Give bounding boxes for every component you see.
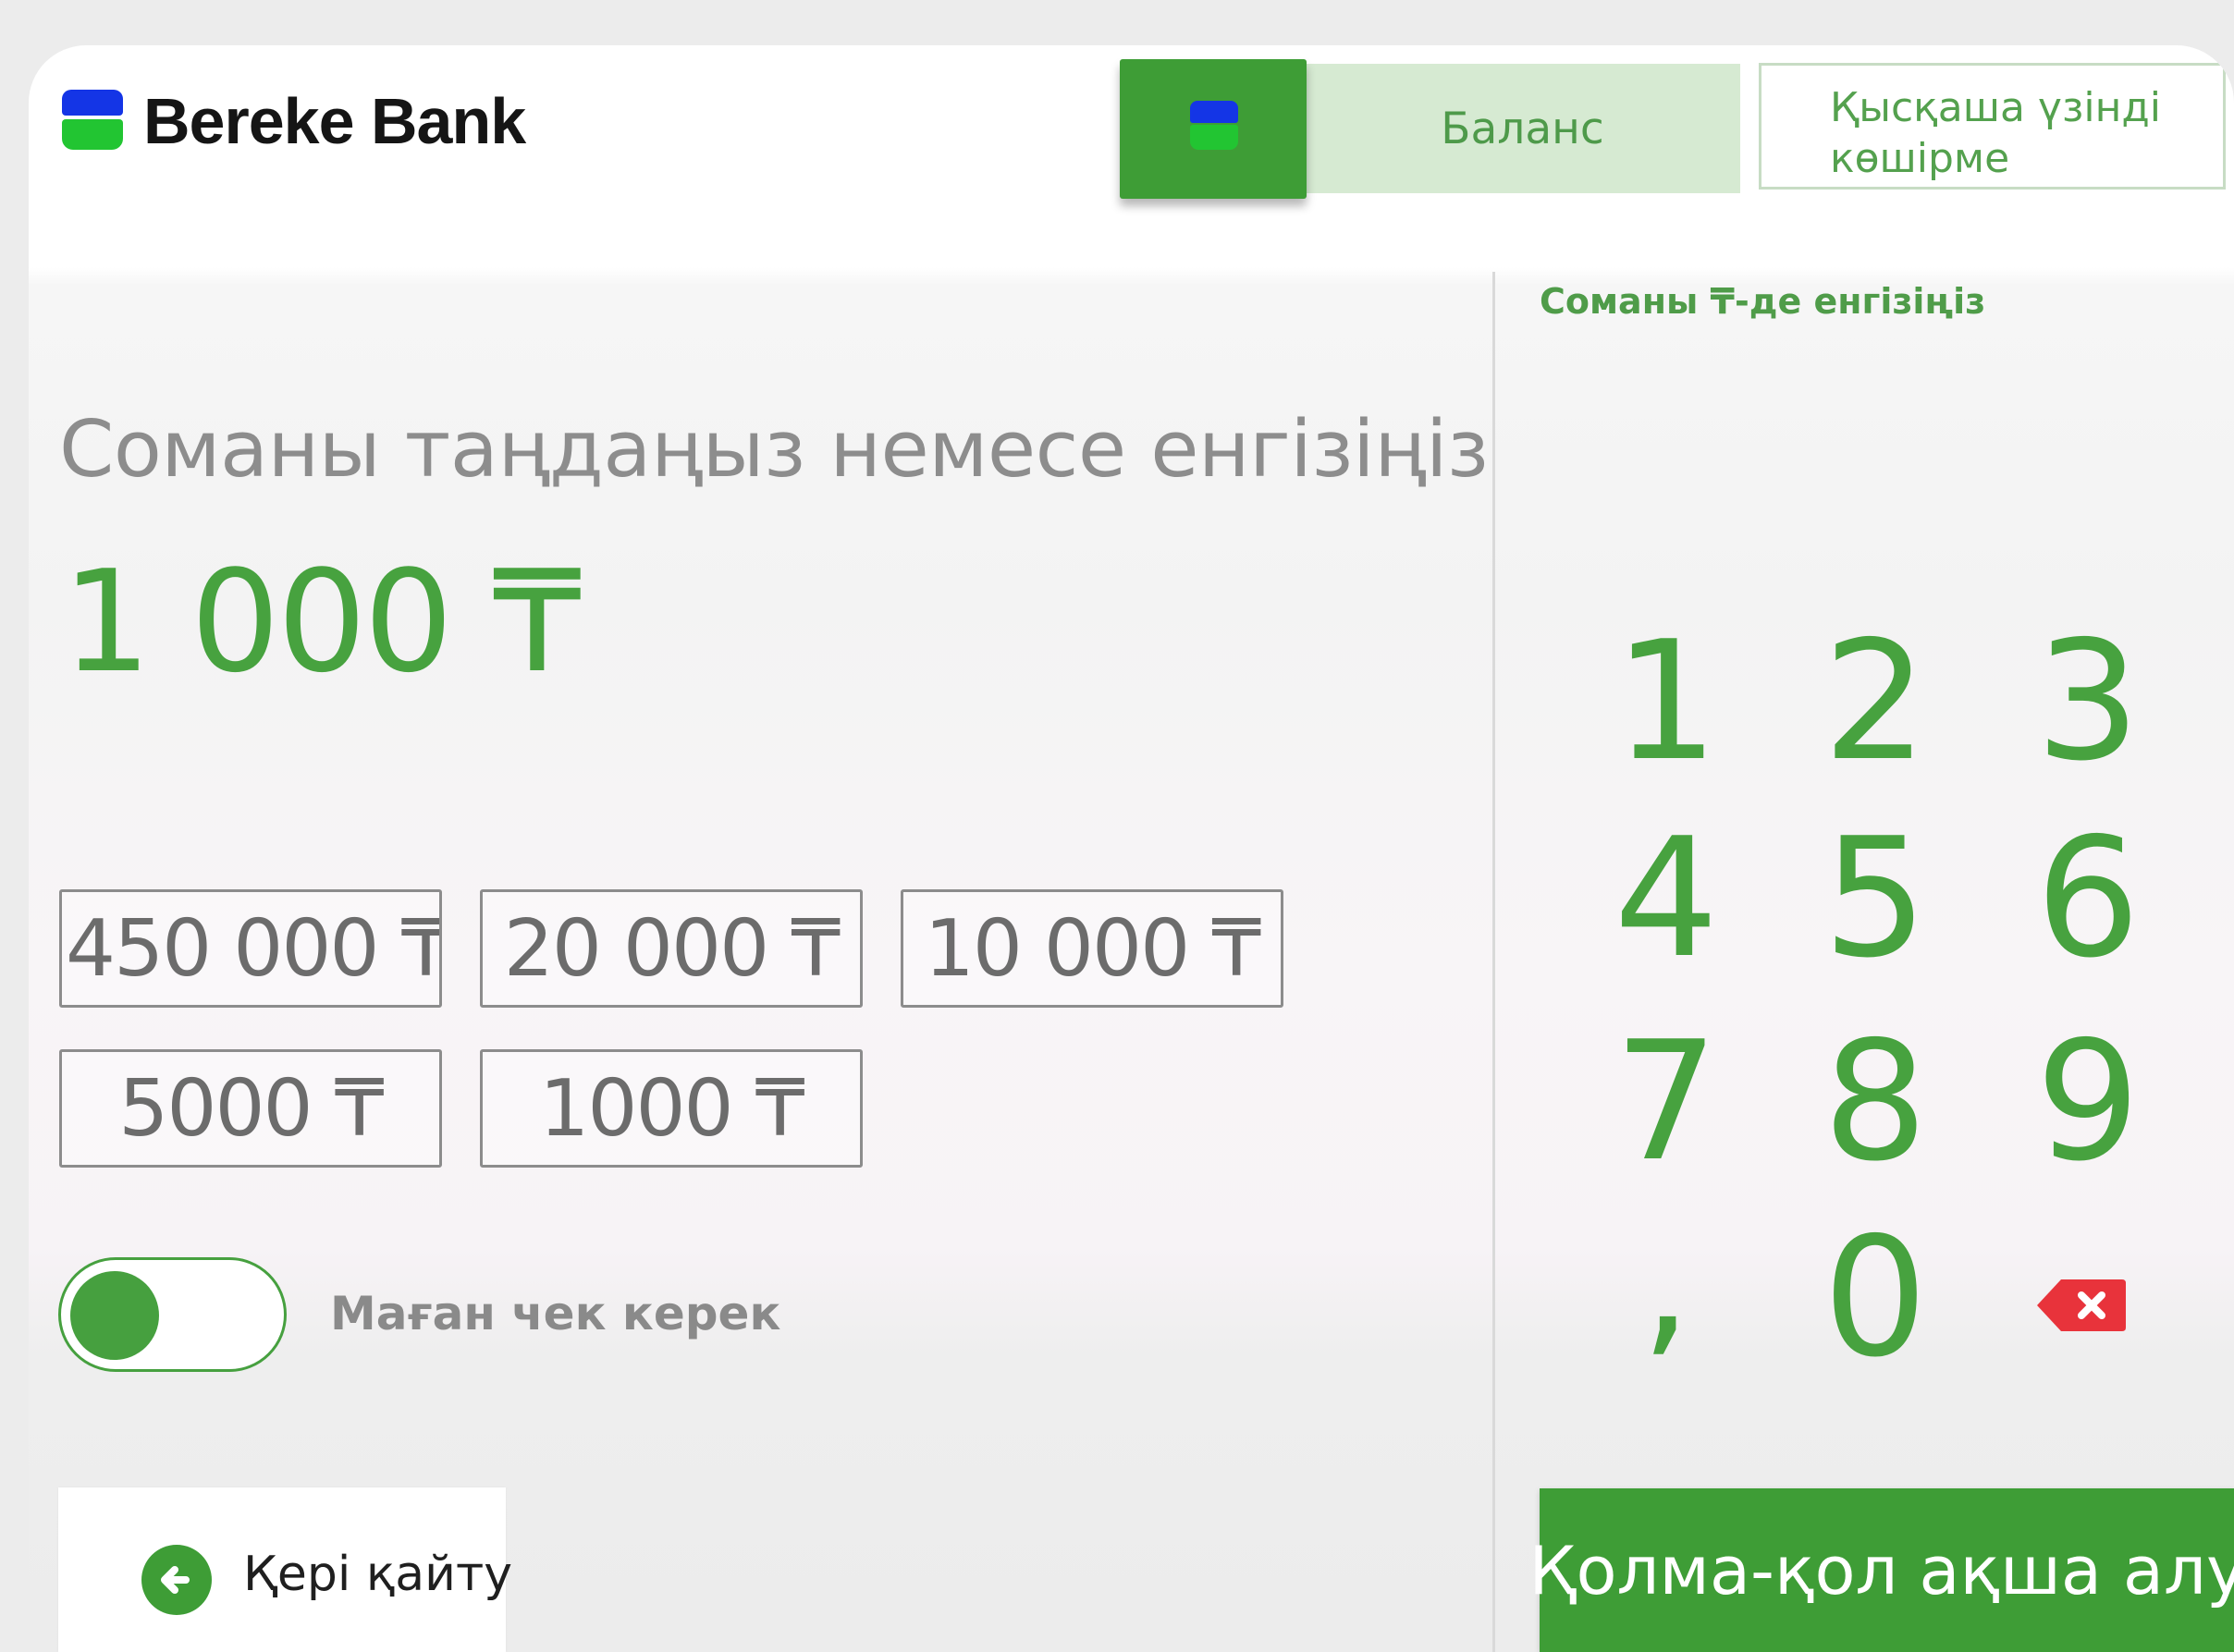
withdraw-cash-button[interactable]: Қолма-қол ақша алу (1528, 1488, 2234, 1652)
tab-balance[interactable]: Баланс (1305, 64, 1740, 193)
receipt-toggle[interactable] (58, 1257, 287, 1372)
preset-amount-button[interactable]: 5000 ₸ (59, 1049, 442, 1168)
back-button-label: Қері қайту (243, 1547, 513, 1602)
keypad-key-8[interactable]: 8 (1783, 1010, 1968, 1194)
back-button[interactable]: Қері қайту (58, 1487, 512, 1652)
keypad-key-2[interactable]: 2 (1783, 609, 1968, 794)
tab-mini-statement[interactable]: Қысқаша үзінді көшірме (1759, 63, 2226, 190)
keypad-key-6[interactable]: 6 (1995, 806, 2180, 991)
logo-mark-icon (1190, 101, 1238, 123)
backspace-icon[interactable] (2033, 1276, 2130, 1335)
keypad-key-4[interactable]: 4 (1574, 806, 1759, 991)
toggle-knob (70, 1271, 159, 1360)
keypad-key-1[interactable]: 1 (1574, 609, 1759, 794)
tab-balance-label: Баланс (1441, 103, 1604, 154)
bank-logo: Bereke Bank (62, 85, 543, 164)
keypad-key-5[interactable]: 5 (1783, 806, 1968, 991)
keypad-key-3[interactable]: 3 (1995, 609, 2180, 794)
panel-divider (1492, 272, 1495, 1652)
preset-amount-button[interactable]: 450 000 ₸ (59, 889, 442, 1008)
tab-mini-statement-line1: Қысқаша үзінді (1830, 84, 2161, 131)
arrow-left-icon (141, 1545, 212, 1615)
keypad-key-0[interactable]: 0 (1783, 1205, 1968, 1390)
keypad-key-comma[interactable]: , (1574, 1190, 1759, 1375)
atm-screen: Bereke Bank Баланс Қысқаша үзінді көшірм… (29, 45, 2234, 1652)
preset-amount-button[interactable]: 20 000 ₸ (480, 889, 863, 1008)
page-title: Соманы таңдаңыз немесе енгізіңіз (59, 404, 1489, 496)
preset-amount-button[interactable]: 10 000 ₸ (901, 889, 1283, 1008)
home-logo-button[interactable] (1120, 59, 1307, 199)
logo-mark-icon (62, 90, 123, 152)
brand-name: Bereke Bank (143, 85, 526, 157)
keypad-key-9[interactable]: 9 (1995, 1010, 2180, 1194)
preset-amount-button[interactable]: 1000 ₸ (480, 1049, 863, 1168)
amount-display: 1 000 ₸ (62, 540, 582, 704)
tab-mini-statement-line2: көшірме (1830, 135, 2010, 182)
keypad-key-7[interactable]: 7 (1574, 1010, 1759, 1194)
keypad-label: Соманы ₸-де енгізіңіз (1540, 281, 1986, 322)
withdraw-cash-label: Қолма-қол ақша алу (1528, 1531, 2234, 1609)
receipt-toggle-label: Маған чек керек (330, 1287, 781, 1340)
